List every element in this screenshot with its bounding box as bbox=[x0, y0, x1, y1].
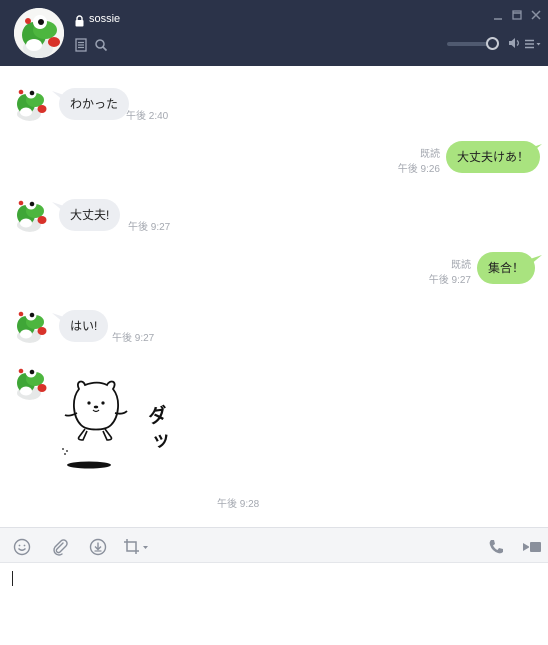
phone-icon[interactable] bbox=[487, 538, 505, 556]
message-time: 午後 9:27 bbox=[128, 222, 171, 233]
contact-name: sossie bbox=[89, 13, 121, 25]
bubble-tail bbox=[530, 255, 542, 265]
message-bubble[interactable]: 大丈夫! bbox=[59, 199, 121, 231]
speaker-icon[interactable] bbox=[507, 36, 521, 50]
video-icon[interactable] bbox=[522, 538, 542, 556]
volume-slider[interactable] bbox=[447, 37, 499, 50]
avatar[interactable] bbox=[11, 194, 49, 232]
message-list[interactable]: わかった 午後 2:40 既読 午後 9:26 大丈夫けあ！ 大丈夫! 午後 9… bbox=[0, 66, 548, 527]
volume-knob[interactable] bbox=[486, 37, 499, 50]
lock-icon bbox=[75, 15, 84, 27]
composer-toolbar bbox=[0, 527, 548, 563]
paperclip-icon[interactable] bbox=[51, 538, 69, 556]
message-bubble[interactable]: はい! bbox=[59, 310, 109, 342]
message-time: 午後 9:27 bbox=[112, 333, 155, 344]
text-caret bbox=[12, 571, 13, 586]
maximize-icon[interactable] bbox=[511, 9, 523, 21]
message-bubble[interactable]: 大丈夫けあ！ bbox=[446, 141, 541, 173]
bubble-tail bbox=[530, 144, 542, 154]
chat-header: sossie bbox=[0, 0, 548, 66]
avatar[interactable] bbox=[11, 362, 49, 400]
message-bubble[interactable]: 集合！ bbox=[477, 252, 536, 284]
contact-avatar[interactable] bbox=[14, 8, 64, 58]
message-time: 午後 2:40 bbox=[126, 111, 169, 122]
note-icon[interactable] bbox=[74, 38, 88, 52]
message-bubble[interactable]: わかった bbox=[59, 88, 130, 120]
read-receipt: 既読 bbox=[451, 260, 471, 271]
download-icon[interactable] bbox=[89, 538, 107, 556]
avatar[interactable] bbox=[11, 305, 49, 343]
message-time: 午後 9:27 bbox=[428, 275, 471, 286]
minimize-icon[interactable] bbox=[492, 9, 504, 21]
close-icon[interactable] bbox=[530, 9, 542, 21]
search-icon[interactable] bbox=[94, 38, 108, 52]
read-receipt: 既読 bbox=[420, 149, 440, 160]
message-time: 午後 9:26 bbox=[397, 164, 440, 175]
message-time: 午後 9:28 bbox=[217, 499, 260, 510]
composer bbox=[0, 563, 548, 645]
menu-icon[interactable] bbox=[524, 37, 542, 51]
avatar[interactable] bbox=[11, 83, 49, 121]
emoji-icon[interactable] bbox=[13, 538, 31, 556]
message-input[interactable] bbox=[8, 569, 538, 639]
crop-icon[interactable] bbox=[123, 538, 151, 556]
